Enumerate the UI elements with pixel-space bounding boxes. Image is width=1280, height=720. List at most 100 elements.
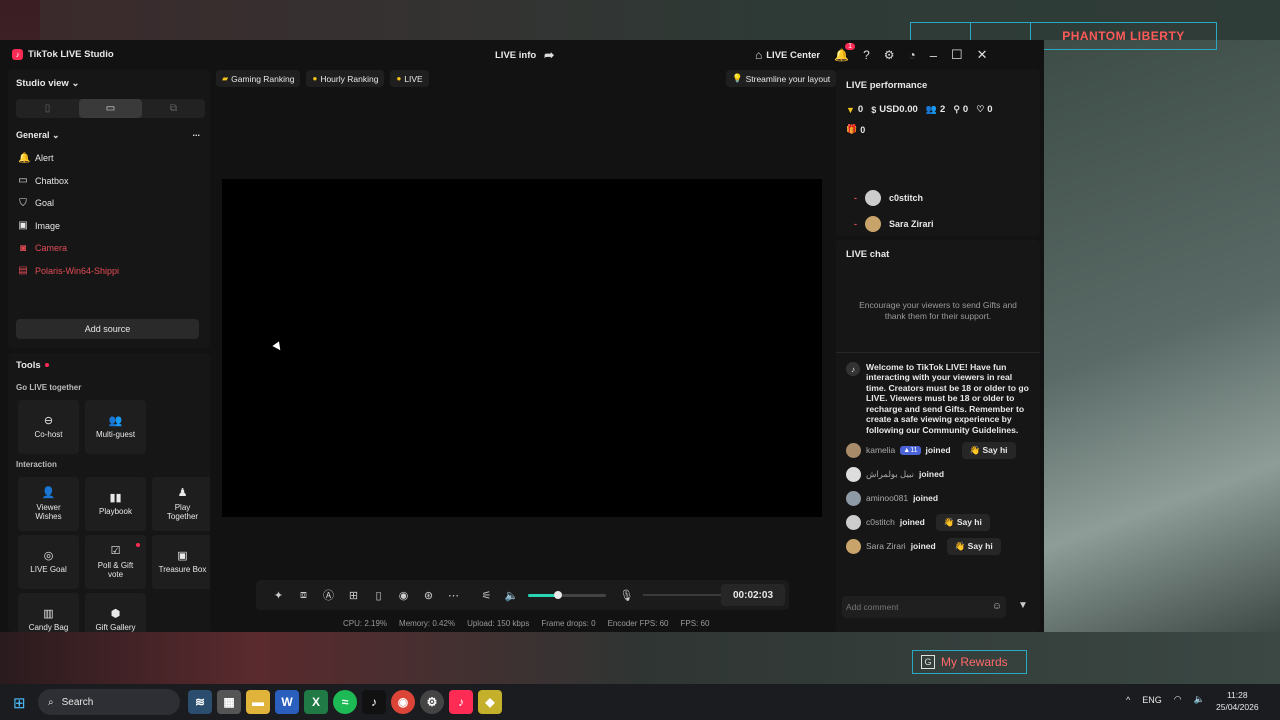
source-item[interactable]: 🔔 Alert xyxy=(18,147,198,170)
poll-gift-vote-label: Poll & Gift vote xyxy=(97,560,134,579)
source-item[interactable]: ▣ Image xyxy=(18,215,198,238)
windows-start-icon[interactable]: ⊞ xyxy=(13,694,26,712)
minimize-button[interactable]: – xyxy=(930,48,937,63)
app-title: ♪ TikTok LIVE Studio xyxy=(12,49,114,60)
general-label: General xyxy=(16,130,50,140)
say-hi-button[interactable]: 👋 Say hi xyxy=(946,537,1001,555)
stream-stats: CPU: 2.19% Memory: 0.42% Upload: 150 kbp… xyxy=(343,619,709,628)
live-goal-tool[interactable]: ◎ LIVE Goal xyxy=(18,535,79,589)
add-comment-input[interactable]: Add comment ☺ xyxy=(842,596,1006,618)
ai-icon[interactable]: Ⓐ xyxy=(316,587,341,603)
viewer-name[interactable]: aminoo081 xyxy=(866,493,908,503)
share-icon[interactable]: ➦ xyxy=(544,49,554,61)
playbook-tool[interactable]: ▮▮ Playbook xyxy=(85,477,146,531)
portrait-view-icon[interactable]: ▯ xyxy=(16,99,79,118)
new-followers-metric: ⚲ 0 xyxy=(953,104,968,115)
tiktok-icon[interactable]: ♪ xyxy=(362,690,386,714)
streamline-layout-button[interactable]: 💡 Streamline your layout xyxy=(726,70,837,87)
top-viewer-row[interactable]: - Sara Zirari xyxy=(854,216,934,232)
viewer-wishes-tool[interactable]: 👤 Viewer Wishes xyxy=(18,477,79,531)
landscape-view-icon[interactable]: ▭ xyxy=(79,99,142,118)
viewer-name[interactable]: Sara Zirari xyxy=(866,541,906,551)
treasure-box-tool[interactable]: ▣ Treasure Box xyxy=(152,535,210,589)
game-app-icon[interactable]: ≋ xyxy=(188,690,212,714)
likes-metric: ♡ 0 xyxy=(976,104,992,115)
studio-view-dropdown[interactable]: Studio view ⌄ xyxy=(16,78,79,89)
word-icon[interactable]: W xyxy=(275,690,299,714)
replay-icon[interactable]: ⊛ xyxy=(416,589,441,602)
game-rewards-hud: G My Rewards xyxy=(912,650,1027,674)
magic-wand-icon[interactable]: ✦ xyxy=(266,589,291,602)
add-source-button[interactable]: Add source xyxy=(16,319,199,339)
more-options-button[interactable]: ... xyxy=(192,128,200,138)
say-hi-button[interactable]: 👋 Say hi xyxy=(935,513,990,531)
live-goal-label: LIVE Goal xyxy=(30,565,67,575)
joined-text: joined xyxy=(899,517,925,527)
gifters-metric: 🎁 0 xyxy=(846,124,865,135)
game-title: PHANTOM LIBERTY xyxy=(1062,29,1185,43)
emoji-icon[interactable]: ☺ xyxy=(992,601,1002,612)
mic-muted-icon[interactable]: 🎙 xyxy=(614,589,639,602)
more-icon[interactable]: ⋯ xyxy=(441,589,466,602)
volume-icon[interactable]: 🔈 xyxy=(1194,694,1205,705)
layout-icon[interactable]: ⧈ xyxy=(291,589,316,602)
live-info-button[interactable]: LIVE info ➦ xyxy=(495,49,554,61)
viewer-name[interactable]: kamelia xyxy=(866,445,895,455)
volume-slider-knob[interactable] xyxy=(553,590,562,599)
top-viewer-row[interactable]: - c0stitch xyxy=(854,190,923,206)
source-label: Chatbox xyxy=(35,175,69,186)
playbook-label: Playbook xyxy=(99,507,132,517)
phone-icon[interactable]: ▯ xyxy=(366,589,391,602)
excel-icon[interactable]: X xyxy=(304,690,328,714)
poll-gift-vote-tool[interactable]: ☑ Poll & Gift vote xyxy=(85,535,146,589)
taskbar-clock[interactable]: 11:28 25/04/2026 xyxy=(1216,689,1259,713)
notifications-bell-icon[interactable]: 🔔 1 xyxy=(834,43,856,61)
record-icon[interactable]: ◉ xyxy=(391,589,416,602)
chevron-up-icon[interactable]: ^ xyxy=(1126,695,1130,705)
hourly-ranking-chip[interactable]: ● Hourly Ranking xyxy=(306,70,385,87)
tiktok-live-studio-icon[interactable]: ♪ xyxy=(449,690,473,714)
settings-gear-icon[interactable]: ⚙ xyxy=(884,49,895,61)
cpu-stat: CPU: 2.19% xyxy=(343,619,388,628)
audio-mixer-icon[interactable]: ⚟ xyxy=(474,589,499,602)
chrome-icon[interactable]: ◉ xyxy=(391,690,415,714)
source-item[interactable]: ▭ Chatbox xyxy=(18,170,198,193)
mic-volume-slider[interactable] xyxy=(643,594,723,596)
candy-bag-tool[interactable]: ▥ Candy Bag xyxy=(18,593,79,632)
filter-icon[interactable]: ▼ xyxy=(1018,600,1028,611)
dual-view-icon[interactable]: ⧉ xyxy=(142,99,205,118)
play-together-tool[interactable]: ♟ Play Together xyxy=(152,477,210,531)
source-item[interactable]: ▤ Polaris-Win64-Shippi xyxy=(18,260,198,283)
add-scene-icon[interactable]: ⊞ xyxy=(341,589,366,602)
source-item[interactable]: ◙ Camera xyxy=(18,237,198,260)
language-indicator[interactable]: ENG xyxy=(1142,695,1162,705)
co-host-tool[interactable]: ⊖ Co-host xyxy=(18,400,79,454)
viewer-name[interactable]: c0stitch xyxy=(866,517,895,527)
speaker-icon[interactable]: 🔈 xyxy=(499,589,524,602)
viewer-name[interactable]: نبيل بولمراش xyxy=(866,469,914,480)
cyberpunk-icon[interactable]: ◆ xyxy=(478,690,502,714)
live-chip[interactable]: ● LIVE xyxy=(390,70,429,87)
live-center-button[interactable]: ⌂ LIVE Center xyxy=(755,49,820,61)
help-icon[interactable]: ? xyxy=(863,49,870,61)
avatar xyxy=(846,466,861,482)
gift-gallery-tool[interactable]: ⬢ Gift Gallery xyxy=(85,593,146,632)
general-scene-dropdown[interactable]: General ⌄ xyxy=(16,130,60,141)
level-badge: ▲11 xyxy=(900,445,921,455)
ranking-chips: ▰ Gaming Ranking ● Hourly Ranking ● LIVE xyxy=(216,70,429,87)
avatar[interactable]: ◔ xyxy=(909,49,916,61)
taskbar-search[interactable]: ⌕ Search xyxy=(38,689,180,715)
file-explorer-icon[interactable]: ▬ xyxy=(246,690,270,714)
stream-preview[interactable] xyxy=(222,179,822,517)
source-item[interactable]: ⛉ Goal xyxy=(18,192,198,215)
say-hi-button[interactable]: 👋 Say hi xyxy=(961,441,1016,459)
close-button[interactable]: ✕ xyxy=(977,47,988,63)
task-view-icon[interactable]: ▦ xyxy=(217,690,241,714)
volume-slider[interactable] xyxy=(528,590,606,599)
wifi-icon[interactable]: ◠ xyxy=(1174,694,1182,705)
settings-app-icon[interactable]: ⚙ xyxy=(420,690,444,714)
multi-guest-tool[interactable]: 👥 Multi-guest xyxy=(85,400,146,454)
maximize-button[interactable]: ☐ xyxy=(951,47,963,63)
spotify-icon[interactable]: ≈ xyxy=(333,690,357,714)
gaming-ranking-chip[interactable]: ▰ Gaming Ranking xyxy=(216,70,301,87)
